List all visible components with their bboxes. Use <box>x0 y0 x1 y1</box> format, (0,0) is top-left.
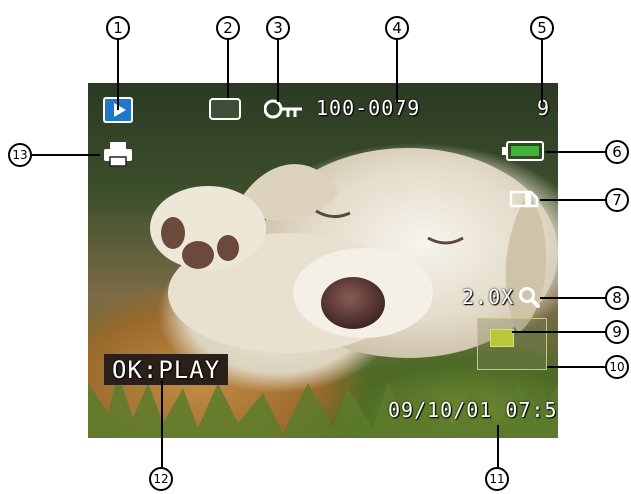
camera-lcd-screen: 100-0079 9 2.0X OK:PLAY 09/10/01 07:59 <box>88 83 558 438</box>
battery-full-icon <box>502 141 544 161</box>
print-dpof-icon <box>104 142 132 167</box>
protect-key-icon <box>264 99 302 119</box>
zoom-level: 2.0X <box>462 285 515 309</box>
zoom-navigation-window <box>477 318 547 370</box>
callout-7: 7 <box>605 188 629 212</box>
leader-line-4 <box>396 38 398 102</box>
callout-13: 13 <box>8 143 32 167</box>
leader-line-2 <box>227 38 229 98</box>
ok-play-hint: OK:PLAY <box>104 354 229 385</box>
leader-line-1 <box>117 38 119 110</box>
leader-line-3 <box>277 38 279 102</box>
callout-5: 5 <box>530 16 554 40</box>
leader-line-10 <box>547 366 607 368</box>
file-number: 100-0079 <box>316 96 421 120</box>
callout-9: 9 <box>605 320 629 344</box>
callout-11: 11 <box>485 467 509 491</box>
internal-memory-icon <box>209 98 241 120</box>
callout-1: 1 <box>106 16 130 40</box>
leader-line-6 <box>545 151 607 153</box>
leader-line-9 <box>512 331 607 333</box>
callout-10: 10 <box>605 355 629 379</box>
zoom-viewport-marker <box>490 329 514 347</box>
leader-line-12 <box>161 381 163 474</box>
callout-3: 3 <box>266 16 290 40</box>
callout-12: 12 <box>149 467 173 491</box>
callout-8: 8 <box>605 286 629 310</box>
callout-2: 2 <box>216 16 240 40</box>
date-time-stamp: 09/10/01 07:59 <box>388 398 558 422</box>
leader-line-8 <box>540 297 607 299</box>
leader-line-7 <box>540 199 607 201</box>
leader-line-13 <box>32 154 100 156</box>
leader-line-5 <box>541 38 543 102</box>
callout-6: 6 <box>605 140 629 164</box>
sd-card-icon <box>509 190 539 208</box>
magnifier-icon <box>519 287 540 308</box>
callout-4: 4 <box>385 16 409 40</box>
remaining-count: 9 <box>537 96 551 120</box>
